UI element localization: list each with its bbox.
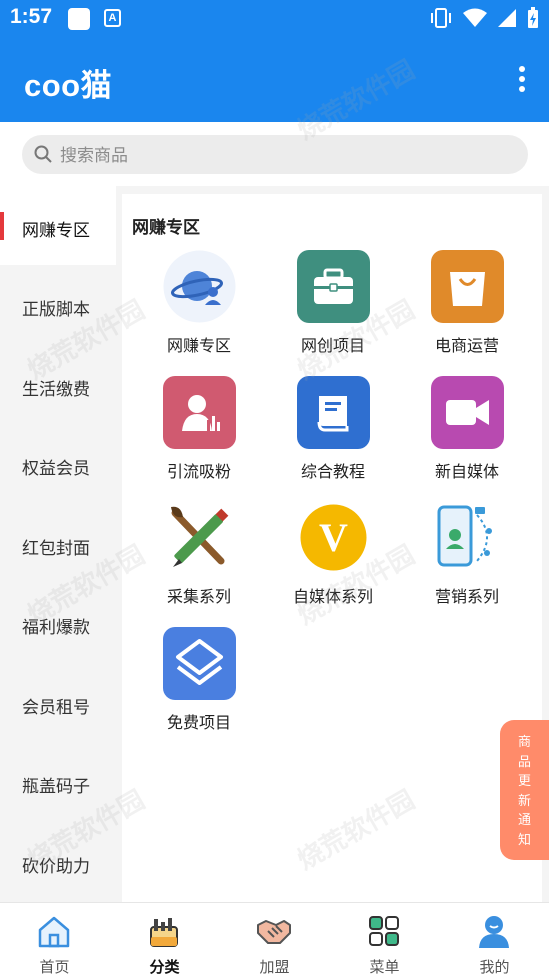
nav-home[interactable]: 首页 xyxy=(0,903,109,978)
a-notification-icon: A xyxy=(104,9,121,27)
status-icons xyxy=(429,7,539,29)
nav-label: 加盟 xyxy=(259,959,290,976)
shopping-bag-icon xyxy=(431,250,504,323)
nav-label: 分类 xyxy=(149,959,180,976)
search-area xyxy=(0,122,549,186)
nav-category[interactable]: 分类 xyxy=(110,903,219,978)
grid-item-wangchuang[interactable]: 网创项目 xyxy=(266,250,400,360)
v-badge-icon: V xyxy=(297,501,370,574)
sidebar-item-membership[interactable]: 权益会员 xyxy=(0,424,116,503)
active-indicator xyxy=(0,212,4,240)
signal-icon xyxy=(498,9,516,27)
phone-marketing-icon xyxy=(431,501,504,574)
bottom-nav: 首页 分类 加盟 菜单 我的 xyxy=(0,902,549,978)
grid-item-tutorials[interactable]: 综合教程 xyxy=(266,376,400,486)
sidebar-item-label: 权益会员 xyxy=(22,459,90,478)
sidebar-item-label: 红包封面 xyxy=(22,539,90,558)
sidebar-item-bargain[interactable]: 砍价助力 xyxy=(0,822,116,901)
status-time: 1:57 xyxy=(10,5,53,28)
category-sidebar: 网赚专区 正版脚本 生活缴费 权益会员 红包封面 福利爆款 会员租号 瓶盖码子 … xyxy=(0,186,116,902)
battery-icon xyxy=(528,7,538,28)
grid-item-label: 采集系列 xyxy=(166,589,231,606)
sidebar-item-label: 生活缴费 xyxy=(22,380,90,399)
grid-item-label: 网创项目 xyxy=(300,338,365,355)
user-icon xyxy=(479,916,509,948)
category-content: 网赚专区 网赚专区 网创项目 电商运营 引流吸粉 综合教程 新自媒体 采集系列 … xyxy=(116,186,549,902)
sidebar-item-account-rental[interactable]: 会员租号 xyxy=(0,663,116,742)
grid-item-free[interactable]: 免费项目 xyxy=(132,627,266,737)
briefcase-icon xyxy=(297,250,370,323)
grid-item-label: 网赚专区 xyxy=(166,338,231,355)
sidebar-item-bottle-codes[interactable]: 瓶盖码子 xyxy=(0,742,116,821)
grid-item-label: 综合教程 xyxy=(300,464,365,481)
home-icon xyxy=(38,916,70,948)
search-bar[interactable] xyxy=(22,135,528,176)
category-panel: 网赚专区 网赚专区 网创项目 电商运营 引流吸粉 综合教程 新自媒体 采集系列 … xyxy=(122,194,542,902)
nav-join[interactable]: 加盟 xyxy=(220,903,329,978)
product-update-notice-button[interactable]: 商品更新通知 xyxy=(500,720,549,860)
grid-item-new-media[interactable]: 新自媒体 xyxy=(400,376,534,486)
nav-label: 我的 xyxy=(479,959,510,976)
grid-item-self-media[interactable]: V 自媒体系列 xyxy=(266,501,400,611)
grid-item-label: 电商运营 xyxy=(434,338,499,355)
layers-icon xyxy=(163,627,236,700)
status-bar: 1:57 A xyxy=(0,0,549,36)
nav-label: 菜单 xyxy=(369,959,400,976)
sidebar-item-label: 正版脚本 xyxy=(22,300,90,319)
nav-mine[interactable]: 我的 xyxy=(440,903,549,978)
v-badge-glyph: V xyxy=(319,515,348,560)
grid-item-traffic[interactable]: 引流吸粉 xyxy=(132,376,266,486)
grid-item-label: 自媒体系列 xyxy=(292,589,373,606)
vibrate-icon xyxy=(431,8,451,28)
notice-label: 商品更新通知 xyxy=(517,734,531,847)
app-bar: coo猫 xyxy=(0,36,549,122)
sidebar-item-label: 福利爆款 xyxy=(22,618,90,637)
sidebar-item-deals[interactable]: 福利爆款 xyxy=(0,583,116,662)
grid-menu-icon xyxy=(369,916,399,946)
grid-item-marketing[interactable]: 营销系列 xyxy=(400,501,534,611)
sidebar-item-wangzhuan[interactable]: 网赚专区 xyxy=(0,186,116,265)
grid-item-wangzhuan[interactable]: 网赚专区 xyxy=(132,250,266,360)
grid-item-label: 营销系列 xyxy=(434,589,499,606)
grid-item-label: 新自媒体 xyxy=(434,464,499,481)
nav-menu[interactable]: 菜单 xyxy=(330,903,439,978)
nav-label: 首页 xyxy=(39,959,70,976)
search-icon xyxy=(34,145,52,163)
grid-item-label: 免费项目 xyxy=(166,715,231,732)
sidebar-item-red-packet[interactable]: 红包封面 xyxy=(0,504,116,583)
category-icon xyxy=(150,918,178,947)
sidebar-item-label: 砍价助力 xyxy=(22,857,90,876)
grid-item-ecommerce[interactable]: 电商运营 xyxy=(400,250,534,360)
sidebar-item-label: 网赚专区 xyxy=(22,221,90,240)
notification-square-icon xyxy=(68,8,90,30)
person-icon xyxy=(163,376,236,449)
pencil-brush-icon xyxy=(163,501,236,574)
more-options-icon[interactable] xyxy=(517,66,527,94)
section-title: 网赚专区 xyxy=(132,218,200,237)
grid-item-label: 引流吸粉 xyxy=(166,464,231,481)
sidebar-item-scripts[interactable]: 正版脚本 xyxy=(0,265,116,344)
planet-user-icon xyxy=(163,250,236,323)
book-icon xyxy=(297,376,370,449)
sidebar-item-label: 瓶盖码子 xyxy=(22,777,90,796)
sidebar-item-label: 会员租号 xyxy=(22,698,90,717)
video-camera-icon xyxy=(431,376,504,449)
sidebar-item-bills[interactable]: 生活缴费 xyxy=(0,345,116,424)
handshake-icon xyxy=(257,920,291,944)
app-title: coo猫 xyxy=(24,68,113,103)
grid-item-collection[interactable]: 采集系列 xyxy=(132,501,266,611)
search-input[interactable] xyxy=(58,135,512,176)
wifi-icon xyxy=(463,8,487,27)
